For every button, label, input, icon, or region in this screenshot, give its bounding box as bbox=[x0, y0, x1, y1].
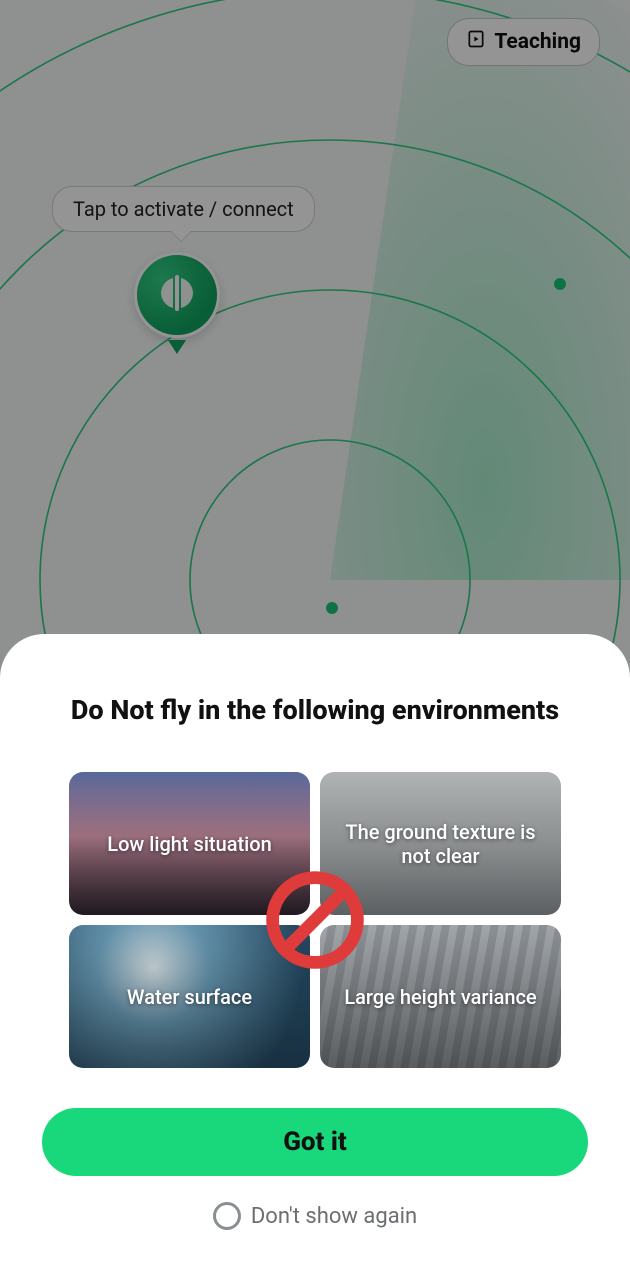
modal-title: Do Not fly in the following environments bbox=[42, 694, 588, 726]
env-card-low-light: Low light situation bbox=[69, 772, 310, 915]
dont-show-again-toggle[interactable]: Don't show again bbox=[42, 1202, 588, 1230]
env-card-ground-texture: The ground texture is not clear bbox=[320, 772, 561, 915]
environment-grid: Low light situation The ground texture i… bbox=[69, 772, 561, 1068]
env-label: Water surface bbox=[127, 985, 252, 1009]
warning-modal: Do Not fly in the following environments… bbox=[0, 634, 630, 1280]
env-label: Low light situation bbox=[107, 832, 271, 856]
radio-unchecked-icon bbox=[213, 1202, 241, 1230]
got-it-label: Got it bbox=[283, 1127, 347, 1157]
env-card-height-variance: Large height variance bbox=[320, 925, 561, 1068]
got-it-button[interactable]: Got it bbox=[42, 1108, 588, 1176]
dont-show-label: Don't show again bbox=[251, 1204, 417, 1229]
env-card-water: Water surface bbox=[69, 925, 310, 1068]
env-label: The ground texture is not clear bbox=[332, 820, 549, 868]
env-label: Large height variance bbox=[344, 985, 536, 1009]
